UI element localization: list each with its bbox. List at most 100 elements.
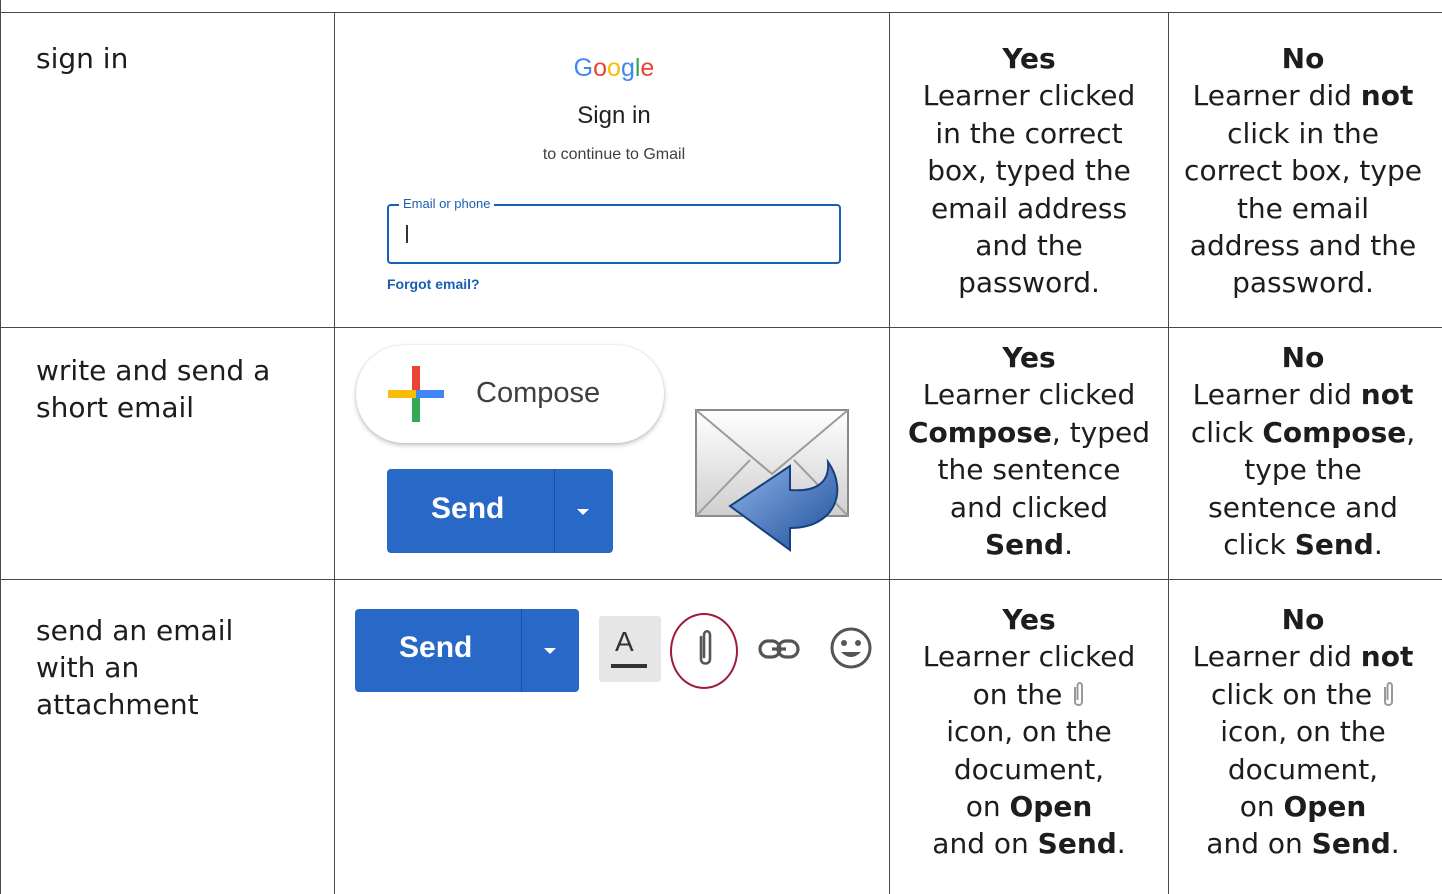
row-divider-1 bbox=[0, 327, 1442, 328]
yes-criteria-send-email: Yes Learner clicked Compose, typed the s… bbox=[890, 339, 1168, 563]
criteria-text: click on the bbox=[1210, 677, 1373, 711]
emoji-icon[interactable] bbox=[829, 626, 873, 670]
format-text-icon[interactable]: A bbox=[599, 616, 661, 682]
criteria-line: address and the bbox=[1189, 229, 1417, 263]
criteria-line: sentence and bbox=[1208, 490, 1398, 524]
criteria-line: Compose, typed bbox=[890, 414, 1168, 451]
criteria-line: email address bbox=[930, 191, 1128, 225]
no-heading: No bbox=[1281, 341, 1325, 374]
link-icon[interactable] bbox=[758, 637, 800, 661]
logo-letter: o bbox=[593, 54, 608, 82]
column-divider-1 bbox=[334, 12, 335, 894]
criteria-text: . bbox=[1116, 827, 1126, 861]
criteria-line: icon, on the bbox=[1220, 715, 1386, 749]
criteria-text: . bbox=[1373, 528, 1383, 562]
criteria-line: click on the bbox=[1169, 676, 1437, 713]
criteria-line: password. bbox=[958, 266, 1100, 300]
yes-criteria-sign-in: Yes Learner clicked in the correct box, … bbox=[890, 40, 1168, 302]
send-divider bbox=[521, 609, 522, 692]
yes-heading: Yes bbox=[1002, 341, 1056, 374]
logo-letter: G bbox=[573, 54, 594, 82]
criteria-line: the email bbox=[1236, 191, 1370, 225]
criteria-line: Learner clicked bbox=[922, 378, 1136, 412]
sign-in-title: Sign in bbox=[577, 102, 651, 129]
criteria-line: correct box, type bbox=[1184, 154, 1422, 188]
criteria-emphasis: Compose bbox=[907, 415, 1052, 449]
criteria-line: document, bbox=[1227, 752, 1379, 786]
send-divider bbox=[554, 469, 555, 553]
criteria-line: click Compose, bbox=[1169, 414, 1437, 451]
yes-heading: Yes bbox=[1002, 603, 1056, 636]
no-criteria-sign-in: No Learner did not click in the correct … bbox=[1169, 40, 1437, 302]
sign-in-subtitle: to continue to Gmail bbox=[542, 146, 686, 163]
criteria-line: type the bbox=[1244, 453, 1362, 487]
criteria-emphasis: not bbox=[1360, 378, 1414, 412]
criteria-line: Learner clicked bbox=[922, 640, 1136, 674]
criteria-emphasis: Send bbox=[1037, 827, 1117, 861]
format-letter: A bbox=[615, 626, 634, 657]
task-sign-in: sign in bbox=[36, 42, 129, 75]
email-field-label: Email or phone bbox=[399, 196, 495, 211]
criteria-emphasis: not bbox=[1360, 640, 1414, 674]
no-heading: No bbox=[1281, 42, 1325, 75]
send-button[interactable]: Send bbox=[355, 609, 579, 692]
criteria-text: Learner did bbox=[1192, 640, 1361, 674]
criteria-line: Learner did not bbox=[1169, 376, 1437, 413]
criteria-line: icon, on the bbox=[946, 715, 1112, 749]
task-line: short email bbox=[36, 391, 195, 424]
no-criteria-attachment: No Learner did not click on the icon, on… bbox=[1169, 601, 1437, 863]
criteria-line: password. bbox=[1232, 266, 1374, 300]
chevron-down-icon[interactable] bbox=[577, 509, 589, 515]
email-field[interactable] bbox=[387, 204, 841, 264]
google-sign-in-illustration: Google Sign in to continue to Gmail Emai… bbox=[385, 40, 843, 310]
criteria-line: the sentence bbox=[937, 453, 1121, 487]
envelope-reply-icon bbox=[695, 409, 849, 552]
criteria-line: document, bbox=[953, 752, 1105, 786]
logo-letter: e bbox=[640, 54, 655, 82]
criteria-text: . bbox=[1390, 827, 1400, 861]
criteria-line: click Send. bbox=[1169, 526, 1437, 563]
criteria-text: , typed bbox=[1051, 415, 1151, 449]
send-label: Send bbox=[399, 631, 473, 664]
criteria-text: on the bbox=[972, 677, 1063, 711]
criteria-line: box, typed the bbox=[927, 154, 1131, 188]
compose-label: Compose bbox=[476, 377, 601, 409]
chevron-down-icon[interactable] bbox=[544, 648, 556, 654]
criteria-text: and on bbox=[932, 827, 1038, 861]
criteria-line: Learner did not bbox=[1169, 638, 1437, 675]
criteria-text: and on bbox=[1206, 827, 1312, 861]
assessment-table: sign in Google Sign in to continue to Gm… bbox=[0, 0, 1442, 894]
yes-criteria-attachment: Yes Learner clicked on the icon, on the … bbox=[890, 601, 1168, 863]
criteria-emphasis: Send bbox=[1294, 528, 1374, 562]
criteria-line: Learner did not bbox=[1169, 77, 1437, 114]
compose-button[interactable]: Compose bbox=[356, 345, 664, 443]
criteria-text: Learner did bbox=[1192, 79, 1361, 113]
criteria-emphasis: not bbox=[1360, 79, 1414, 113]
criteria-line: on Open bbox=[1169, 788, 1437, 825]
text-caret bbox=[406, 225, 408, 243]
criteria-line: and the bbox=[975, 229, 1083, 263]
format-underline bbox=[611, 664, 647, 668]
task-line: write and send a bbox=[36, 354, 271, 387]
row-divider-top bbox=[0, 12, 1442, 13]
criteria-emphasis: Open bbox=[1009, 790, 1093, 824]
criteria-text: click bbox=[1223, 528, 1295, 562]
criteria-line: and on Send. bbox=[890, 825, 1168, 862]
task-line: with an bbox=[36, 651, 140, 684]
send-button[interactable]: Send bbox=[387, 469, 613, 553]
criteria-text: on bbox=[1239, 790, 1284, 824]
send-label: Send bbox=[431, 492, 505, 525]
criteria-emphasis: Send bbox=[984, 528, 1065, 562]
task-line: send an email bbox=[36, 614, 234, 647]
criteria-line: click in the bbox=[1227, 116, 1379, 150]
criteria-text: on bbox=[965, 790, 1010, 824]
criteria-emphasis: Open bbox=[1283, 790, 1367, 824]
criteria-line: Learner clicked bbox=[922, 79, 1136, 113]
logo-letter: g bbox=[620, 54, 635, 82]
forgot-email-link[interactable]: Forgot email? bbox=[387, 276, 480, 292]
criteria-line: in the correct bbox=[935, 116, 1123, 150]
logo-letter: o bbox=[607, 54, 621, 82]
no-criteria-send-email: No Learner did not click Compose, type t… bbox=[1169, 339, 1437, 563]
criteria-text: Learner did bbox=[1192, 378, 1361, 412]
criteria-text: click bbox=[1190, 415, 1263, 449]
